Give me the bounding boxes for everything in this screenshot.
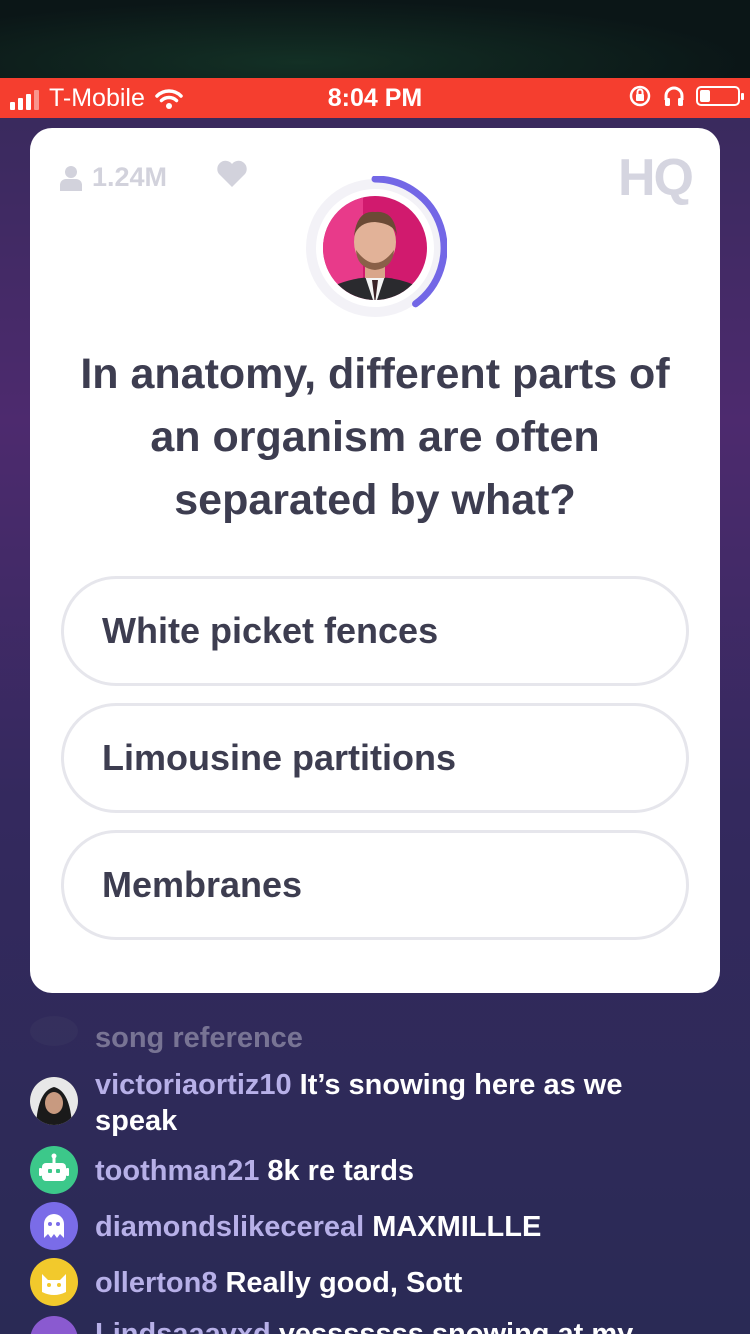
chat-message: song reference xyxy=(95,1020,705,1056)
status-bar: T-Mobile 8:04 PM xyxy=(0,78,750,118)
chat-avatar xyxy=(30,1016,78,1046)
chat-username[interactable]: ollerton8 xyxy=(95,1267,217,1299)
answer-option-2[interactable]: Limousine partitions xyxy=(61,703,689,813)
viewer-count: 1.24M xyxy=(60,162,167,193)
chat-message: Lindsaaayxd yesssssss snowing at my xyxy=(95,1316,705,1334)
cat-icon xyxy=(30,1258,78,1306)
headphones-icon xyxy=(664,86,684,106)
chat-message: victoriaortiz10 It’s snowing here as we s… xyxy=(95,1067,705,1139)
robot-icon xyxy=(30,1146,78,1194)
chat-message-text: song reference xyxy=(95,1022,303,1054)
chat-message-text: yesssssss snowing at my xyxy=(278,1318,634,1334)
video-top-strip xyxy=(0,0,750,78)
countdown-timer xyxy=(303,175,448,320)
chat-username[interactable]: Lindsaaayxd xyxy=(95,1318,271,1334)
viewer-count-label: 1.24M xyxy=(92,162,168,192)
person-icon xyxy=(60,165,82,191)
answer-option-label: White picket fences xyxy=(102,610,439,651)
chat-message-text: Really good, Sott xyxy=(225,1267,463,1299)
heart-icon[interactable] xyxy=(216,160,248,188)
question-card: 1.24M HQ In anatomy, different parts of … xyxy=(30,128,720,993)
answer-option-3[interactable]: Membranes xyxy=(61,830,689,940)
chat-username[interactable]: toothman21 xyxy=(95,1155,259,1187)
chat-message: toothman21 8k re tards xyxy=(95,1153,705,1189)
chat-username[interactable]: victoriaortiz10 xyxy=(95,1069,292,1101)
chat-avatar xyxy=(30,1316,78,1334)
chat-message: ollerton8 Really good, Sott xyxy=(95,1265,705,1301)
answer-option-label: Limousine partitions xyxy=(102,737,457,778)
chat-message-text: MAXMILLLE xyxy=(372,1211,542,1243)
orientation-lock-icon xyxy=(629,85,651,107)
chat-username[interactable]: diamondslikecereal xyxy=(95,1211,364,1243)
chat-avatar xyxy=(30,1077,78,1125)
battery-icon xyxy=(696,86,744,106)
question-text: In anatomy, different parts of an organi… xyxy=(80,350,670,524)
answer-option-label: Membranes xyxy=(102,864,303,905)
chat-message: diamondslikecereal MAXMILLLE xyxy=(95,1209,705,1245)
chat-message-text: 8k re tards xyxy=(267,1155,415,1187)
ghost-icon xyxy=(30,1202,78,1250)
hq-logo: HQ xyxy=(618,149,694,207)
timer-ring xyxy=(306,175,448,317)
answer-option-1[interactable]: White picket fences xyxy=(61,576,689,686)
